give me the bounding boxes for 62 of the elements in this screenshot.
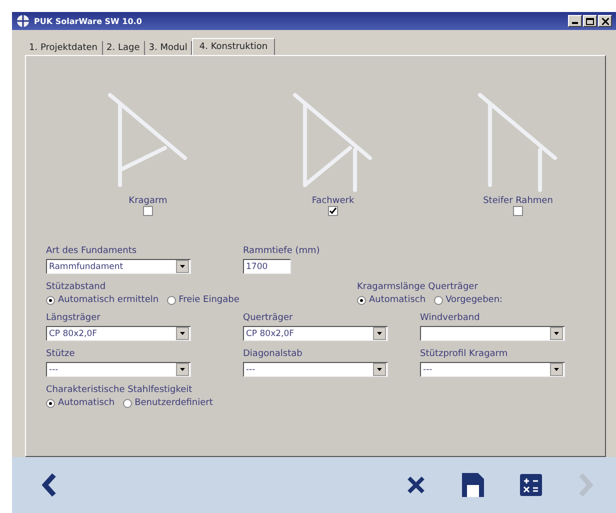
dropdown[interactable]: --- <box>46 362 191 377</box>
minimize-button[interactable] <box>568 15 582 27</box>
dropdown-value: CP 80x2,0F <box>49 328 98 338</box>
dropdown[interactable]: CP 80x2,0F <box>46 326 191 341</box>
dropdown[interactable] <box>420 326 565 341</box>
checkmark-icon <box>329 207 337 215</box>
dropdown-value: --- <box>246 364 256 374</box>
radio-option[interactable]: Benutzerdefiniert <box>122 398 213 408</box>
chevron-right-icon <box>578 473 594 497</box>
group-label: Stützabstand <box>46 282 107 292</box>
dropdown-value: --- <box>49 364 60 374</box>
calculate-button[interactable] <box>520 474 542 496</box>
dropdown[interactable]: --- <box>243 362 388 377</box>
radio-button[interactable] <box>434 296 443 304</box>
checkbox[interactable] <box>143 206 153 216</box>
group-label: Charakteristische Stahlfestigkeit <box>46 385 194 395</box>
checkbox[interactable] <box>513 206 523 216</box>
close-icon <box>602 18 608 24</box>
close-icon <box>406 475 426 495</box>
field-label: Art des Fundaments <box>46 246 138 256</box>
structure-label: Kragarm <box>128 196 168 206</box>
field-label: Rammtiefe (mm) <box>243 246 321 256</box>
radio-option[interactable]: Automatisch ermitteln <box>46 295 159 305</box>
tab[interactable]: 4. Konstruktion <box>192 38 275 55</box>
dropdown-value: Rammfundament <box>49 262 124 272</box>
radio-option[interactable]: Vorgegeben: <box>434 295 503 305</box>
checkbox[interactable] <box>328 206 338 216</box>
field-label: Windverband <box>420 313 481 323</box>
chevron-left-icon <box>42 473 56 497</box>
input-field[interactable]: 1700 <box>243 259 291 274</box>
maximize-icon <box>586 18 594 24</box>
field-label: Diagonalstab <box>243 349 304 359</box>
structure-label: Fachwerk <box>312 196 354 206</box>
calculator-icon <box>520 474 542 496</box>
save-icon <box>462 473 484 497</box>
radio-option[interactable]: Freie Eingabe <box>166 295 240 305</box>
radio-button[interactable] <box>46 398 55 408</box>
group-label: Kragarmslänge Querträger <box>357 282 479 292</box>
radio-button[interactable] <box>46 296 55 304</box>
radio-option[interactable]: Automatisch <box>46 398 115 408</box>
field-label: Querträger <box>243 313 294 323</box>
cancel-button[interactable] <box>406 475 426 495</box>
field-label: Stützprofil Kragarm <box>420 349 509 359</box>
radio-button[interactable] <box>122 398 132 408</box>
window-title: PUK SolarWare SW 10.0 <box>34 16 142 26</box>
app-logo-icon <box>16 14 30 28</box>
dropdown[interactable]: Rammfundament <box>46 259 191 274</box>
back-button[interactable] <box>42 473 56 497</box>
field-label: Stütze <box>46 349 76 359</box>
radio-button[interactable] <box>166 296 176 304</box>
dropdown[interactable]: --- <box>420 362 565 377</box>
close-button[interactable] <box>598 15 612 27</box>
dropdown-value: CP 80x2,0F <box>246 328 296 338</box>
radio-option[interactable]: Automatisch <box>357 295 426 305</box>
radio-button[interactable] <box>357 296 366 304</box>
tab[interactable]: 2. Lage <box>102 41 145 55</box>
save-button[interactable] <box>462 473 484 497</box>
maximize-button[interactable] <box>583 15 597 27</box>
dropdown[interactable]: CP 80x2,0F <box>243 326 388 341</box>
field-label: Längsträger <box>46 313 102 323</box>
structure-label: Steifer Rahmen <box>483 196 553 206</box>
dropdown-value: --- <box>423 364 434 374</box>
